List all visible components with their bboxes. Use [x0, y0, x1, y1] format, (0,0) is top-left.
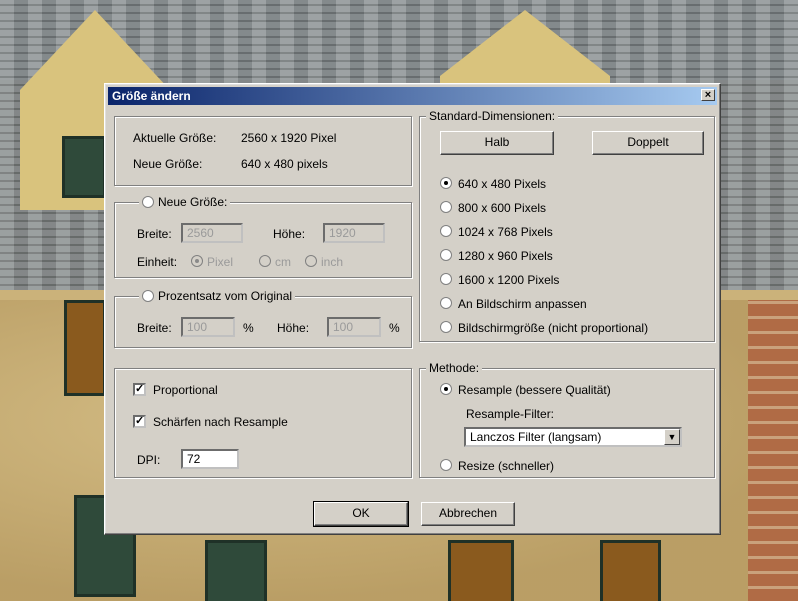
new-size-radio[interactable]	[142, 196, 154, 208]
new-height-input[interactable]	[323, 223, 385, 243]
window	[600, 540, 661, 601]
standard-dimensions-legend: Standard-Dimensionen:	[426, 109, 559, 123]
window	[62, 136, 106, 198]
standard-dimension-radio-4[interactable]	[440, 273, 452, 285]
dpi-label: DPI:	[137, 453, 161, 467]
resample-filter-label: Resample-Filter:	[466, 407, 555, 421]
new-size-group: Neue Größe: Breite: Höhe: Einheit: Pixel…	[114, 195, 412, 278]
new-size-legend[interactable]: Neue Größe:	[139, 195, 231, 209]
resize-radio[interactable]	[440, 459, 452, 471]
new-width-label: Breite:	[137, 227, 172, 241]
window	[205, 540, 267, 601]
dialog-title: Größe ändern	[112, 89, 191, 103]
percent-width-unit: %	[243, 321, 254, 335]
size-info-group: Aktuelle Größe: 2560 x 1920 Pixel Neue G…	[114, 116, 412, 186]
standard-dimension-radio-0[interactable]	[440, 177, 452, 189]
new-width-input[interactable]	[181, 223, 243, 243]
standard-dimension-radio-1[interactable]	[440, 201, 452, 213]
sharpen-label: Schärfen nach Resample	[153, 415, 288, 429]
percent-height-input[interactable]	[327, 317, 381, 337]
resample-radio[interactable]	[440, 383, 452, 395]
standard-dimension-label-5: An Bildschirm anpassen	[458, 297, 587, 311]
double-button[interactable]: Doppelt	[592, 131, 704, 155]
brick-column	[748, 300, 798, 601]
title-bar[interactable]: Größe ändern ×	[108, 87, 717, 105]
method-group: Methode: Resample (bessere Qualität) Res…	[419, 361, 715, 478]
standard-dimension-label-3: 1280 x 960 Pixels	[458, 249, 553, 263]
cancel-button[interactable]: Abbrechen	[421, 502, 515, 526]
standard-dimension-label-0: 640 x 480 Pixels	[458, 177, 547, 191]
standard-dimension-label-6: Bildschirmgröße (nicht proportional)	[458, 321, 649, 335]
standard-dimension-label-1: 800 x 600 Pixels	[458, 201, 547, 215]
new-size-radio-label: Neue Größe:	[158, 195, 228, 209]
unit-label: Einheit:	[137, 255, 178, 269]
resize-label: Resize (schneller)	[458, 459, 555, 473]
percent-legend[interactable]: Prozentsatz vom Original	[139, 289, 296, 303]
current-size-label: Aktuelle Größe:	[133, 131, 217, 145]
options-group: ✓ Proportional ✓ Schärfen nach Resample …	[114, 368, 412, 478]
standard-dimension-label-2: 1024 x 768 Pixels	[458, 225, 553, 239]
standard-dimension-radio-3[interactable]	[440, 249, 452, 261]
ok-button[interactable]: OK	[313, 501, 409, 527]
proportional-label: Proportional	[153, 383, 218, 397]
dpi-input[interactable]	[181, 449, 239, 469]
standard-dimension-radio-5[interactable]	[440, 297, 452, 309]
window	[64, 300, 106, 396]
resample-filter-value: Lanczos Filter (langsam)	[470, 430, 602, 444]
resize-dialog: Größe ändern × Aktuelle Größe: 2560 x 19…	[104, 83, 721, 535]
percent-group: Prozentsatz vom Original Breite: % Höhe:…	[114, 289, 412, 348]
percent-height-label: Höhe:	[277, 321, 310, 335]
method-legend: Methode:	[426, 361, 483, 375]
unit-inch-radio[interactable]	[305, 255, 317, 267]
unit-inch-label: inch	[321, 255, 344, 269]
unit-cm-label: cm	[275, 255, 291, 269]
unit-cm-radio[interactable]	[259, 255, 271, 267]
standard-dimension-radio-2[interactable]	[440, 225, 452, 237]
chevron-down-icon[interactable]: ▼	[664, 429, 680, 445]
new-size-label: Neue Größe:	[133, 157, 203, 171]
proportional-checkbox[interactable]: ✓	[133, 383, 146, 396]
new-height-label: Höhe:	[273, 227, 306, 241]
half-button[interactable]: Halb	[440, 131, 554, 155]
unit-pixel-label: Pixel	[207, 255, 234, 269]
percent-width-input[interactable]	[181, 317, 235, 337]
close-icon[interactable]: ×	[701, 89, 715, 101]
resample-filter-select[interactable]: Lanczos Filter (langsam) ▼	[464, 427, 682, 447]
current-size-value: 2560 x 1920 Pixel	[241, 131, 337, 145]
percent-radio[interactable]	[142, 290, 154, 302]
new-size-value: 640 x 480 pixels	[241, 157, 328, 171]
standard-dimension-radio-6[interactable]	[440, 321, 452, 333]
percent-height-unit: %	[389, 321, 400, 335]
percent-width-label: Breite:	[137, 321, 172, 335]
standard-dimension-label-4: 1600 x 1200 Pixels	[458, 273, 560, 287]
window	[448, 540, 514, 601]
sharpen-checkbox[interactable]: ✓	[133, 415, 146, 428]
resample-label: Resample (bessere Qualität)	[458, 383, 611, 397]
standard-dimensions-group: Standard-Dimensionen: Halb Doppelt 640 x…	[419, 109, 715, 342]
percent-radio-label: Prozentsatz vom Original	[158, 289, 293, 303]
unit-pixel-radio[interactable]	[191, 255, 203, 267]
